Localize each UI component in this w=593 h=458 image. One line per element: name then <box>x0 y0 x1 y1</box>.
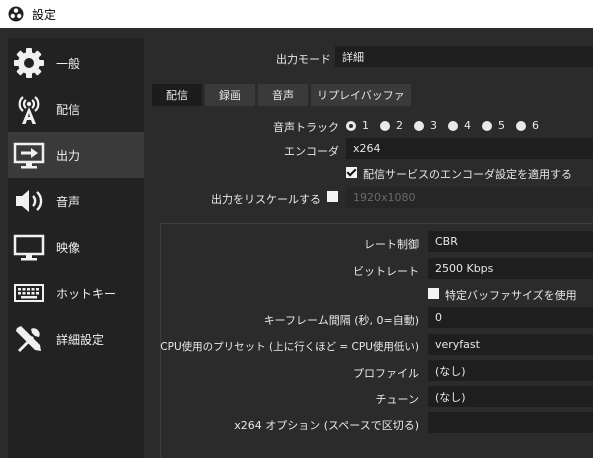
sidebar-item-audio[interactable]: 音声 <box>8 178 144 224</box>
rescale-label: 出力をリスケールする <box>211 193 321 206</box>
broadcast-icon <box>12 92 46 126</box>
gear-icon <box>12 46 46 80</box>
encoder-select[interactable]: x264 <box>346 138 593 159</box>
sidebar-item-hotkeys[interactable]: ホットキー <box>8 270 144 316</box>
rescale-resolution-select[interactable]: 1920x1080 <box>346 187 593 208</box>
keyframe-interval-label: キーフレーム間隔 (秒, 0=自動) <box>263 314 419 327</box>
audio-track-radio-group: 1 2 3 4 5 6 <box>346 119 550 132</box>
rescale-checkbox[interactable] <box>327 191 338 202</box>
radio-dot <box>380 120 390 131</box>
x264-options-label: x264 オプション (スペースで区切る) <box>234 419 419 432</box>
encoder-label: エンコーダ <box>284 145 339 158</box>
sidebar-item-label: 詳細設定 <box>56 332 105 347</box>
radio-dot <box>482 120 492 131</box>
apply-service-settings-label: 配信サービスのエンコーダ設定を適用する <box>363 168 572 181</box>
rate-control-select[interactable]: CBR <box>428 231 593 252</box>
tune-select[interactable]: (なし) <box>428 386 593 407</box>
custom-buffer-label: 特定バッファサイズを使用 <box>445 289 577 302</box>
output-mode-label: 出力モード <box>276 53 331 66</box>
radio-label: 5 <box>498 119 505 132</box>
sidebar-item-label: 音声 <box>56 194 81 209</box>
x264-options-input[interactable] <box>428 412 593 433</box>
tab-stream[interactable]: 配信 <box>152 84 202 106</box>
sidebar-item-label: 出力 <box>56 148 81 163</box>
output-tabs: 配信 録画 音声 リプレイバッファ <box>152 84 414 106</box>
sidebar-item-label: 配信 <box>56 102 81 117</box>
settings-sidebar: 一般 配信 出力 音声 映像 ホットキー 詳細設定 <box>8 38 144 458</box>
audio-track-label: 音声トラック <box>273 121 339 134</box>
rate-control-label: レート制御 <box>364 238 419 251</box>
tab-recording[interactable]: 録画 <box>205 84 255 106</box>
speaker-icon <box>12 184 46 218</box>
profile-select[interactable]: (なし) <box>428 360 593 381</box>
radio-label: 3 <box>430 119 437 132</box>
sidebar-item-advanced[interactable]: 詳細設定 <box>8 316 144 362</box>
radio-dot <box>414 120 424 131</box>
tab-replay-buffer[interactable]: リプレイバッファ <box>311 84 411 106</box>
radio-label: 6 <box>532 119 539 132</box>
radio-label: 1 <box>362 119 369 132</box>
sidebar-item-stream[interactable]: 配信 <box>8 86 144 132</box>
title-bar: 設定 <box>0 0 593 28</box>
keyframe-interval-input[interactable]: 0 <box>428 307 593 328</box>
sidebar-item-output[interactable]: 出力 <box>8 132 144 178</box>
audio-track-radio-6[interactable]: 6 <box>516 119 539 132</box>
audio-track-radio-3[interactable]: 3 <box>414 119 437 132</box>
audio-track-radio-2[interactable]: 2 <box>380 119 403 132</box>
audio-track-radio-4[interactable]: 4 <box>448 119 471 132</box>
sidebar-item-video[interactable]: 映像 <box>8 224 144 270</box>
tune-label: チューン <box>375 393 419 406</box>
radio-label: 4 <box>464 119 471 132</box>
custom-buffer-checkbox[interactable] <box>428 288 439 299</box>
keyboard-icon <box>12 276 46 310</box>
cpu-preset-select[interactable]: veryfast <box>428 334 593 355</box>
radio-dot <box>448 120 458 131</box>
radio-label: 2 <box>396 119 403 132</box>
apply-service-settings-checkbox[interactable] <box>346 167 357 178</box>
radio-dot <box>516 120 526 131</box>
bitrate-input[interactable]: 2500 Kbps <box>428 258 593 279</box>
sidebar-item-label: 映像 <box>56 240 81 255</box>
obs-logo-icon <box>8 6 24 22</box>
radio-dot <box>346 120 356 131</box>
sidebar-item-general[interactable]: 一般 <box>8 40 144 86</box>
monitor-icon <box>12 230 46 264</box>
tools-icon <box>12 322 46 356</box>
bitrate-label: ビットレート <box>353 265 419 278</box>
sidebar-item-label: ホットキー <box>56 286 117 301</box>
sidebar-item-label: 一般 <box>56 56 81 71</box>
cpu-preset-label: CPU使用のプリセット (上に行くほど = CPU使用低い) <box>160 341 419 353</box>
tab-audio[interactable]: 音声 <box>258 84 308 106</box>
audio-track-radio-1[interactable]: 1 <box>346 119 369 132</box>
audio-track-radio-5[interactable]: 5 <box>482 119 505 132</box>
profile-label: プロファイル <box>353 367 419 380</box>
output-mode-select[interactable]: 詳細 <box>335 46 593 67</box>
window-title: 設定 <box>32 7 57 22</box>
output-icon <box>12 138 46 172</box>
